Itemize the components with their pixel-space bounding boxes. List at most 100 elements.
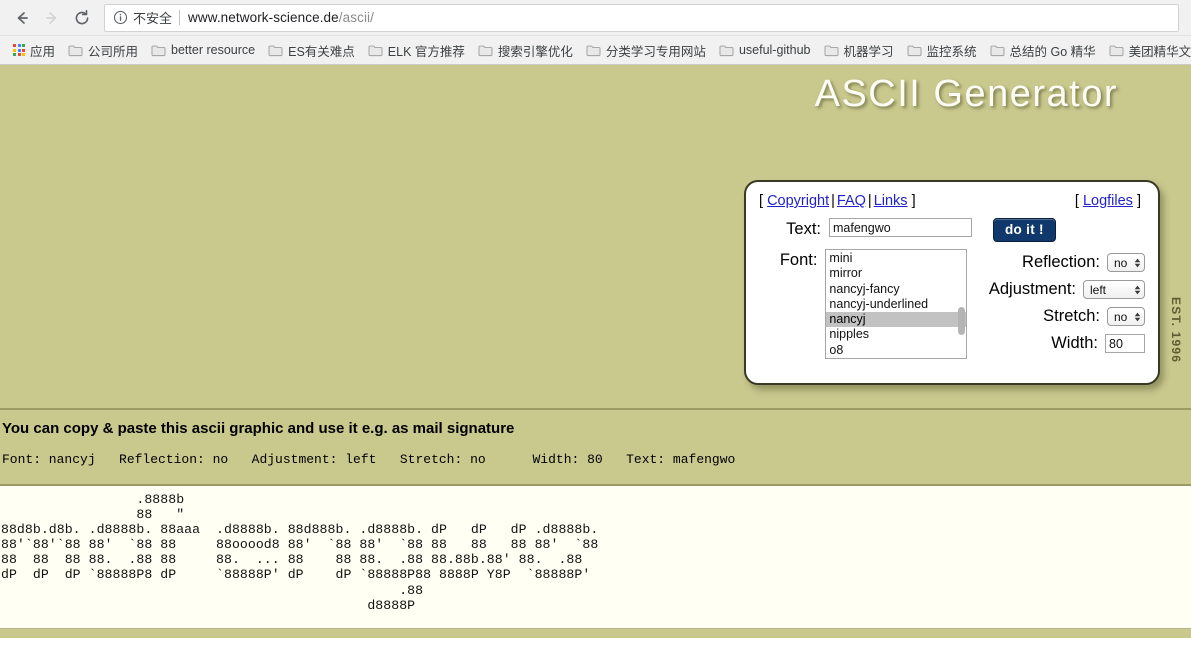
bookmark-label: ELK 官方推荐	[387, 44, 465, 59]
bookmark-item[interactable]: 公司所用	[62, 39, 144, 61]
folder-icon	[907, 45, 921, 56]
bookmark-label: 搜索引擎优化	[497, 44, 573, 59]
reflection-value: no	[1114, 255, 1128, 270]
font-option[interactable]: nancyj-underlined	[826, 297, 965, 312]
back-button[interactable]	[8, 4, 36, 32]
bookmark-label: 总结的 Go 精华	[1009, 44, 1096, 59]
results-divider	[0, 484, 1191, 486]
bracket-open: [	[1074, 193, 1079, 209]
adjustment-select[interactable]: left	[1083, 280, 1145, 299]
reload-button[interactable]	[68, 4, 96, 32]
footer-rule	[0, 628, 1191, 638]
folder-icon	[1109, 45, 1124, 56]
bookmarks-bar: 应用 公司所用 better resource ES有关难点 ELK 官方推荐 …	[0, 35, 1191, 64]
bookmark-item[interactable]: ES有关难点	[262, 39, 361, 61]
panel-nav-links: [ Copyright | FAQ | Links ] [ Logfiles ]	[759, 193, 1145, 209]
font-listbox[interactable]: mini mirror nancyj-fancy nancyj-underlin…	[825, 249, 967, 359]
bookmark-item[interactable]: 机器学习	[818, 39, 900, 61]
page-title-wrap: ASCII Generator	[815, 68, 1118, 120]
adjustment-value: left	[1090, 282, 1107, 297]
text-field-label: Text:	[786, 220, 821, 238]
footer-spacer	[0, 638, 1191, 644]
nav-links-right: [ Logfiles ]	[1075, 193, 1141, 209]
results-band: You can copy & paste this ascii graphic …	[0, 410, 1191, 486]
reload-icon	[75, 9, 89, 24]
forward-arrow-icon	[46, 11, 57, 24]
width-input[interactable]	[1105, 334, 1145, 353]
font-option-selected[interactable]: nancyj	[826, 312, 966, 328]
reflection-select[interactable]: no	[1107, 253, 1145, 272]
bookmark-item[interactable]: useful-github	[713, 39, 817, 61]
url-text: www.network-science.de/ascii/	[188, 10, 374, 25]
bookmark-label: useful-github	[738, 43, 811, 57]
bookmark-item[interactable]: ELK 官方推荐	[362, 39, 471, 61]
bracket-close: ]	[1136, 193, 1141, 209]
bookmark-label: 公司所用	[88, 44, 139, 59]
folder-icon	[478, 45, 493, 56]
adjustment-row: Adjustment: left	[989, 280, 1145, 299]
folder-icon	[824, 45, 838, 56]
bookmark-label: 分类学习专用网站	[605, 44, 706, 59]
link-links[interactable]: Links	[874, 193, 908, 209]
nav-links-left: [ Copyright | FAQ | Links ]	[759, 193, 916, 209]
bookmark-item[interactable]: 搜索引擎优化	[472, 39, 579, 61]
forward-button[interactable]	[38, 4, 66, 32]
bookmark-label: better resource	[171, 43, 256, 57]
nav-pipe: |	[867, 193, 872, 209]
font-option[interactable]: o8	[826, 343, 965, 358]
link-logfiles[interactable]: Logfiles	[1083, 193, 1133, 209]
copy-paste-notice: You can copy & paste this ascii graphic …	[2, 420, 515, 437]
scrollbar-thumb[interactable]	[957, 307, 965, 335]
back-arrow-icon	[17, 11, 28, 24]
bookmark-label: 应用	[30, 44, 56, 59]
folder-icon	[719, 45, 734, 56]
bookmark-label: 监控系统	[926, 44, 977, 59]
font-option[interactable]: mini	[826, 251, 965, 266]
adjustment-label: Adjustment:	[988, 280, 1076, 298]
ascii-output-area[interactable]: .8888b 88 " 88d8b.d8b. .d8888b. 88aaa .d…	[0, 486, 1191, 628]
stepper-arrows-icon	[1134, 312, 1141, 322]
form-body: Font: mini mirror nancyj-fancy nancyj-un…	[759, 249, 1145, 361]
link-faq[interactable]: FAQ	[837, 193, 866, 209]
hero-band: ASCII Generator EST. 1996 [ Copyright | FA…	[0, 65, 1191, 410]
stretch-row: Stretch: no	[989, 307, 1145, 326]
width-row: Width:	[989, 334, 1145, 353]
font-field-label: Font:	[779, 251, 818, 269]
bookmark-item[interactable]: 总结的 Go 精华	[984, 39, 1102, 61]
bookmark-item[interactable]: 监控系统	[901, 39, 983, 61]
options-controls: Reflection: no Adjustment: left Stretch:…	[989, 249, 1145, 361]
ascii-art-output[interactable]: .8888b 88 " 88d8b.d8b. .d8888b. 88aaa .d…	[0, 492, 1191, 613]
folder-icon	[68, 45, 83, 56]
link-copyright[interactable]: Copyright	[767, 193, 829, 209]
security-status-label: 不安全	[133, 11, 173, 26]
page-title: ASCII Generator	[814, 73, 1118, 115]
font-option[interactable]: mirror	[826, 266, 965, 281]
bookmark-item[interactable]: better resource	[145, 39, 261, 61]
stretch-label: Stretch:	[1043, 307, 1100, 325]
font-list-scrollbar[interactable]	[957, 251, 965, 358]
page-content: ASCII Generator EST. 1996 [ Copyright | FA…	[0, 65, 1191, 654]
omnibox-divider	[179, 10, 181, 25]
bookmark-label: ES有关难点	[288, 44, 355, 59]
stretch-value: no	[1114, 309, 1128, 324]
text-input-row: Text: do it !	[759, 218, 1145, 242]
address-bar[interactable]: 不安全 www.network-science.de/ascii/	[104, 3, 1179, 32]
folder-icon	[151, 45, 166, 56]
font-option[interactable]: nancyj-fancy	[826, 282, 965, 297]
browser-chrome: 不安全 www.network-science.de/ascii/ 应用 公司所…	[0, 0, 1191, 65]
do-it-button[interactable]: do it !	[993, 218, 1056, 242]
url-domain: www.network-science.de	[188, 10, 339, 25]
params-summary-line: Font: nancyj Reflection: no Adjustment: …	[2, 452, 736, 467]
width-label: Width:	[1051, 334, 1098, 352]
bookmark-item[interactable]: 分类学习专用网站	[580, 39, 712, 61]
font-option[interactable]: nipples	[826, 327, 965, 342]
bookmark-apps[interactable]: 应用	[7, 39, 61, 61]
reflection-row: Reflection: no	[989, 253, 1145, 272]
bookmark-item[interactable]: 美团精华文	[1103, 39, 1191, 61]
folder-icon	[586, 45, 601, 56]
bracket-close: ]	[911, 193, 916, 209]
folder-icon	[368, 45, 383, 56]
text-input[interactable]	[829, 218, 972, 237]
stretch-select[interactable]: no	[1107, 307, 1145, 326]
bookmark-label: 机器学习	[843, 44, 894, 59]
